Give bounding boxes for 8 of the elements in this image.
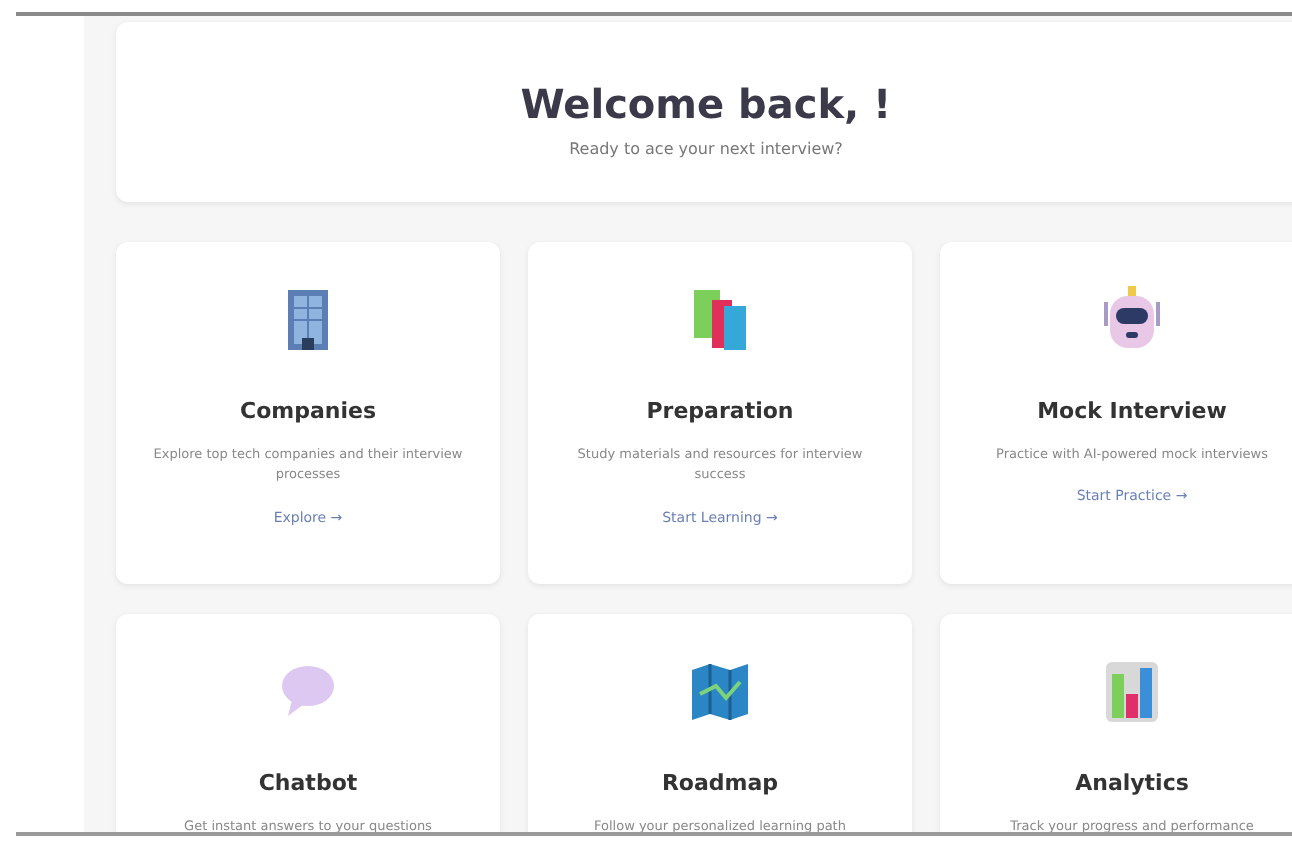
- card-title: Preparation: [646, 398, 794, 424]
- card-title: Chatbot: [258, 770, 358, 796]
- welcome-heading: Welcome back, !: [520, 79, 892, 127]
- welcome-subtitle: Ready to ace your next interview?: [569, 139, 843, 157]
- card-title: Analytics: [1075, 770, 1189, 796]
- card-title: Mock Interview: [1037, 398, 1227, 424]
- card-title: Companies: [240, 398, 376, 424]
- card-title: Roadmap: [661, 770, 779, 796]
